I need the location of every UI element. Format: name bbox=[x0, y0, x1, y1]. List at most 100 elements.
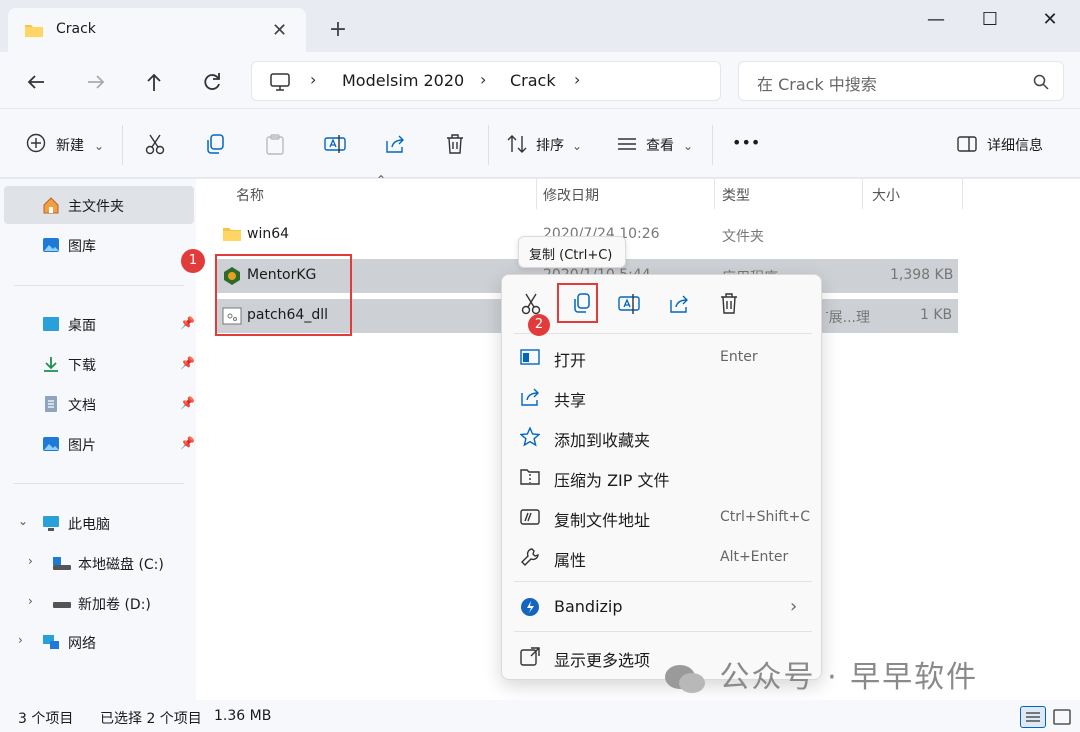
search-input[interactable]: 在 Crack 中搜索 bbox=[738, 61, 1064, 101]
forward-arrow-icon[interactable] bbox=[80, 66, 112, 98]
column-header-name[interactable]: 名称 bbox=[236, 185, 264, 205]
close-button[interactable]: ✕ bbox=[1028, 8, 1072, 32]
sort-icon[interactable] bbox=[506, 133, 528, 155]
open-icon bbox=[520, 347, 540, 367]
selection-count: 已选择 2 个项目 bbox=[100, 711, 202, 727]
chevron-down-icon[interactable]: ⌄ bbox=[18, 514, 28, 528]
sidebar-item-downloads[interactable]: 下载 📌 bbox=[4, 345, 195, 383]
chevron-right-icon[interactable]: › bbox=[28, 594, 33, 608]
plus-circle-icon[interactable] bbox=[26, 133, 46, 153]
paste-icon[interactable] bbox=[264, 133, 286, 155]
chevron-down-icon: ⌄ bbox=[572, 139, 583, 153]
watermark-text: 公众号 · 早早软件 bbox=[719, 660, 979, 695]
delete-icon[interactable] bbox=[712, 289, 746, 319]
tab-close-icon[interactable]: ✕ bbox=[272, 20, 287, 41]
tiles-view-icon[interactable] bbox=[1052, 708, 1072, 726]
bandizip-icon bbox=[520, 597, 540, 617]
chevron-right-icon[interactable]: › bbox=[28, 554, 33, 568]
minimize-button[interactable]: — bbox=[914, 8, 958, 32]
sidebar-item-label: 图片 bbox=[68, 438, 96, 454]
chevron-down-icon: ⌄ bbox=[683, 139, 694, 153]
desktop-icon bbox=[42, 315, 60, 333]
divider[interactable] bbox=[862, 179, 863, 209]
menu-item-properties[interactable]: 属性 Alt+Enter bbox=[502, 537, 823, 577]
up-arrow-icon[interactable] bbox=[138, 66, 170, 98]
menu-item-shortcut: Alt+Enter bbox=[720, 549, 789, 565]
gallery-icon bbox=[42, 236, 60, 254]
sidebar-item-this-pc[interactable]: ⌄ 此电脑 bbox=[4, 504, 194, 542]
breadcrumb-modelsim[interactable]: Modelsim 2020 bbox=[342, 71, 464, 90]
details-pane-icon[interactable] bbox=[956, 133, 978, 155]
sidebar-item-network[interactable]: › 网络 bbox=[4, 623, 194, 661]
sidebar-item-gallery[interactable]: 图库 bbox=[4, 226, 194, 264]
address-bar[interactable]: › Modelsim 2020 › Crack › bbox=[251, 61, 721, 101]
menu-item-open[interactable]: 打开 Enter bbox=[502, 337, 823, 377]
share-icon bbox=[520, 387, 540, 407]
pictures-icon bbox=[42, 435, 60, 453]
pin-icon[interactable]: 📌 bbox=[180, 396, 195, 410]
menu-item-copy-path[interactable]: 复制文件地址 Ctrl+Shift+C bbox=[502, 497, 823, 537]
pin-icon[interactable]: 📌 bbox=[180, 436, 195, 450]
menu-item-label: Bandizip bbox=[554, 597, 623, 616]
details-button[interactable]: 详细信息 bbox=[987, 135, 1043, 155]
divider[interactable] bbox=[714, 179, 715, 209]
menu-item-share[interactable]: 共享 bbox=[502, 377, 823, 417]
sidebar-item-label: 本地磁盘 (C:) bbox=[78, 557, 164, 573]
sidebar-item-desktop[interactable]: 桌面 📌 bbox=[4, 305, 195, 343]
file-type: 应用程序扩展...理... bbox=[826, 310, 870, 326]
maximize-button[interactable]: ☐ bbox=[968, 8, 1012, 32]
details-view-icon[interactable] bbox=[1020, 706, 1046, 728]
rename-icon[interactable] bbox=[324, 133, 346, 155]
menu-item-shortcut: Enter bbox=[720, 349, 758, 365]
menu-item-compress-zip[interactable]: 压缩为 ZIP 文件 bbox=[502, 457, 823, 497]
delete-icon[interactable] bbox=[444, 133, 466, 155]
cut-icon[interactable] bbox=[144, 133, 166, 155]
view-button[interactable]: 查看 bbox=[646, 135, 674, 155]
divider bbox=[712, 125, 713, 165]
wechat-icon bbox=[662, 661, 708, 697]
tab-crack[interactable]: Crack ✕ bbox=[8, 8, 306, 52]
file-size: 1 KB bbox=[920, 307, 953, 323]
sidebar-item-label: 此电脑 bbox=[68, 517, 110, 533]
copy-path-icon bbox=[520, 507, 540, 527]
rename-icon[interactable] bbox=[612, 289, 646, 319]
wrench-icon bbox=[520, 547, 540, 567]
sort-button[interactable]: 排序 bbox=[536, 135, 564, 155]
more-options-button[interactable]: ••• bbox=[732, 133, 760, 152]
annotation-box bbox=[215, 254, 352, 336]
sidebar-item-label: 网络 bbox=[68, 636, 96, 652]
divider[interactable] bbox=[962, 179, 963, 209]
divider[interactable] bbox=[536, 179, 537, 209]
menu-item-add-favorite[interactable]: 添加到收藏夹 bbox=[502, 417, 823, 457]
menu-item-label: 压缩为 ZIP 文件 bbox=[554, 471, 670, 490]
share-icon[interactable] bbox=[662, 289, 696, 319]
column-header-size[interactable]: 大小 bbox=[872, 185, 900, 205]
new-tab-button[interactable]: + bbox=[320, 12, 356, 48]
sidebar-item-drive-d[interactable]: › 新加卷 (D:) bbox=[4, 584, 194, 622]
menu-item-bandizip[interactable]: Bandizip › bbox=[502, 587, 823, 627]
copy-icon[interactable] bbox=[204, 133, 226, 155]
pin-icon[interactable]: 📌 bbox=[180, 316, 195, 330]
divider bbox=[514, 333, 812, 334]
chevron-right-icon[interactable]: › bbox=[18, 633, 23, 647]
sidebar-item-label: 桌面 bbox=[68, 318, 96, 334]
chevron-down-icon: ⌄ bbox=[94, 139, 105, 153]
new-button[interactable]: 新建 bbox=[56, 135, 84, 155]
divider bbox=[514, 581, 812, 582]
sidebar-item-documents[interactable]: 文档 📌 bbox=[4, 385, 195, 423]
pin-icon[interactable]: 📌 bbox=[180, 356, 195, 370]
column-header-modified[interactable]: 修改日期 bbox=[543, 185, 599, 205]
refresh-icon[interactable] bbox=[196, 66, 228, 98]
sidebar-item-home[interactable]: 主文件夹 bbox=[4, 186, 194, 224]
back-arrow-icon[interactable] bbox=[20, 66, 52, 98]
column-header-type[interactable]: 类型 bbox=[722, 185, 750, 205]
breadcrumb-crack[interactable]: Crack bbox=[510, 71, 556, 90]
command-bar: 新建 ⌄ 排序 ⌄ 查看 ⌄ ••• 详细信息 bbox=[0, 108, 1080, 178]
sidebar-item-drive-c[interactable]: › 本地磁盘 (C:) bbox=[4, 544, 194, 582]
view-icon[interactable] bbox=[616, 133, 638, 155]
share-icon[interactable] bbox=[384, 133, 406, 155]
document-icon bbox=[42, 395, 60, 413]
sidebar-item-label: 图库 bbox=[68, 239, 96, 255]
file-type: 文件夹 bbox=[722, 229, 764, 245]
sidebar-item-pictures[interactable]: 图片 📌 bbox=[4, 425, 195, 463]
